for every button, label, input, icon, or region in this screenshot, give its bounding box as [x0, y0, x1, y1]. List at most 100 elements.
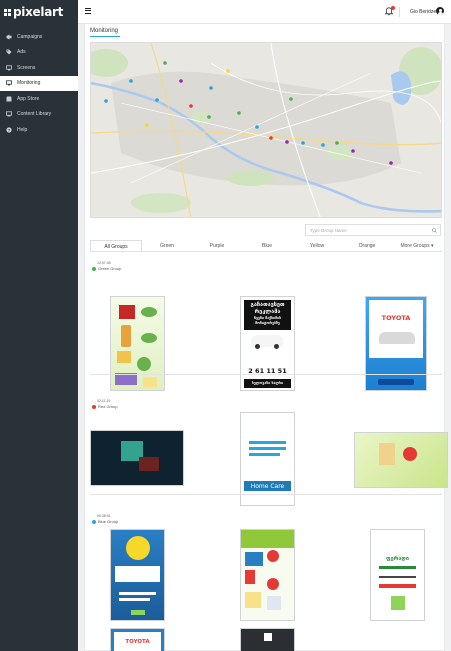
- map-marker[interactable]: [351, 149, 355, 153]
- tab-blue[interactable]: Blue: [242, 240, 292, 251]
- sidebar: pixelart Campaigns Ads Screens Monitorin…: [0, 0, 78, 651]
- hamburger-menu-icon[interactable]: [85, 8, 91, 15]
- ad-thumbnail[interactable]: [240, 628, 295, 651]
- ad-text-line: [379, 566, 416, 569]
- park-area: [327, 146, 355, 160]
- group-tabs: All Groups Green Purple Blue Yellow Oran…: [90, 240, 442, 252]
- sidebar-item-monitoring[interactable]: Monitoring: [0, 75, 78, 91]
- group-section-blue: 06:38:01 Blue Group ფერადი TOYOTA: [90, 494, 442, 651]
- map-marker[interactable]: [237, 111, 241, 115]
- user-name[interactable]: Gio Beridze: [410, 9, 436, 15]
- group-color-dot: [92, 404, 96, 409]
- megaphone-icon: [6, 34, 12, 40]
- park-area: [227, 170, 275, 186]
- app-logo[interactable]: pixelart: [0, 0, 78, 24]
- map-marker[interactable]: [207, 115, 211, 119]
- map-marker[interactable]: [163, 61, 167, 65]
- tag-icon: [6, 49, 12, 55]
- sidebar-item-label: Ads: [17, 49, 26, 56]
- ad-text-line: [119, 592, 156, 595]
- group-section-red: 02:11:19 Red Group Home Care: [90, 374, 448, 514]
- group-name-label: Blue Group: [98, 519, 119, 524]
- ad-text-line: [249, 447, 286, 450]
- ad-panel: TOYOTA: [369, 300, 423, 358]
- map-marker[interactable]: [226, 69, 230, 73]
- notification-bell-icon[interactable]: [384, 6, 395, 16]
- group-timestamp: 02:11:19: [97, 399, 111, 403]
- user-avatar-icon[interactable]: [436, 7, 444, 15]
- product-image: [379, 443, 395, 465]
- product-image: [245, 570, 255, 584]
- ad-text-line: [249, 441, 286, 444]
- tab-green[interactable]: Green: [142, 240, 192, 251]
- park-area: [131, 193, 191, 213]
- map-marker[interactable]: [301, 141, 305, 145]
- map-marker[interactable]: [179, 79, 183, 83]
- ad-thumbnail[interactable]: [90, 430, 184, 486]
- group-name: Red Group: [92, 404, 118, 409]
- ad-thumbnail[interactable]: TOYOTA: [110, 628, 165, 651]
- search-icon[interactable]: [432, 228, 437, 233]
- map-marker[interactable]: [285, 140, 289, 144]
- tab-more-groups[interactable]: More Groups ▾: [392, 240, 442, 251]
- product-image: [264, 633, 272, 641]
- car-image: [379, 332, 415, 344]
- brand-name: TOYOTA: [125, 639, 150, 645]
- map-marker[interactable]: [269, 136, 273, 140]
- map-marker[interactable]: [335, 141, 339, 145]
- tab-purple[interactable]: Purple: [192, 240, 242, 251]
- map-marker[interactable]: [155, 98, 159, 102]
- screen-icon: [6, 65, 12, 71]
- group-name-label: Red Group: [98, 404, 118, 409]
- divider: [90, 494, 442, 495]
- product-badge: [141, 333, 157, 343]
- store-icon: [6, 96, 12, 102]
- sidebar-item-ads[interactable]: Ads: [0, 45, 78, 61]
- tab-all-groups[interactable]: All Groups: [90, 240, 142, 251]
- gift-icon: [391, 596, 405, 610]
- map-marker[interactable]: [321, 143, 325, 147]
- logo-mark-icon: [4, 8, 11, 16]
- tab-orange[interactable]: Orange: [342, 240, 392, 251]
- ad-text-line: [379, 576, 416, 578]
- sidebar-item-help[interactable]: ? Help: [0, 122, 78, 138]
- product-image: [139, 457, 159, 471]
- map-marker[interactable]: [255, 125, 259, 129]
- sidebar-item-label: Screens: [17, 64, 36, 71]
- sidebar-item-content-library[interactable]: Content Library: [0, 107, 78, 123]
- price-badge: [126, 536, 150, 560]
- sidebar-item-screens[interactable]: Screens: [0, 60, 78, 76]
- ad-thumbnail[interactable]: Home Care: [240, 412, 295, 506]
- sidebar-item-label: App Store: [17, 95, 40, 102]
- sidebar-item-campaigns[interactable]: Campaigns: [0, 29, 78, 45]
- map-graphic: [91, 43, 441, 217]
- map-marker[interactable]: [289, 97, 293, 101]
- ad-text-line: [119, 598, 150, 601]
- city-map[interactable]: [90, 42, 442, 218]
- map-marker[interactable]: [389, 161, 393, 165]
- group-search-input[interactable]: [306, 225, 426, 235]
- price-badge: [267, 550, 279, 562]
- ad-thumbnail[interactable]: [240, 529, 295, 621]
- sidebar-item-label: Monitoring: [17, 80, 41, 87]
- ad-thumbnail[interactable]: [110, 529, 165, 621]
- map-marker[interactable]: [209, 86, 213, 90]
- map-marker[interactable]: [189, 104, 193, 108]
- ad-headline-block: გაჩათავსეთ რეკლამა ჩვენი მაქსიმის მონიტო…: [244, 300, 291, 330]
- sidebar-item-app-store[interactable]: App Store: [0, 91, 78, 107]
- ad-text: მონიტორებზე: [255, 321, 280, 325]
- ad-thumbnail[interactable]: ფერადი: [370, 529, 425, 621]
- notification-dot: [391, 6, 395, 10]
- sidebar-nav: Campaigns Ads Screens Monitoring App Sto…: [0, 29, 78, 138]
- sidebar-item-label: Help: [17, 126, 28, 133]
- tab-yellow[interactable]: Yellow: [292, 240, 342, 251]
- map-marker[interactable]: [145, 123, 149, 127]
- product-image: [119, 305, 135, 319]
- ad-thumbnail[interactable]: [354, 432, 448, 488]
- ad-text: რეკლამა: [254, 309, 281, 315]
- map-marker[interactable]: [129, 79, 133, 83]
- monitor-icon: [6, 80, 12, 86]
- top-bar: Gio Beridze: [78, 0, 451, 24]
- sidebar-item-label: Content Library: [17, 111, 52, 118]
- map-marker[interactable]: [104, 99, 108, 103]
